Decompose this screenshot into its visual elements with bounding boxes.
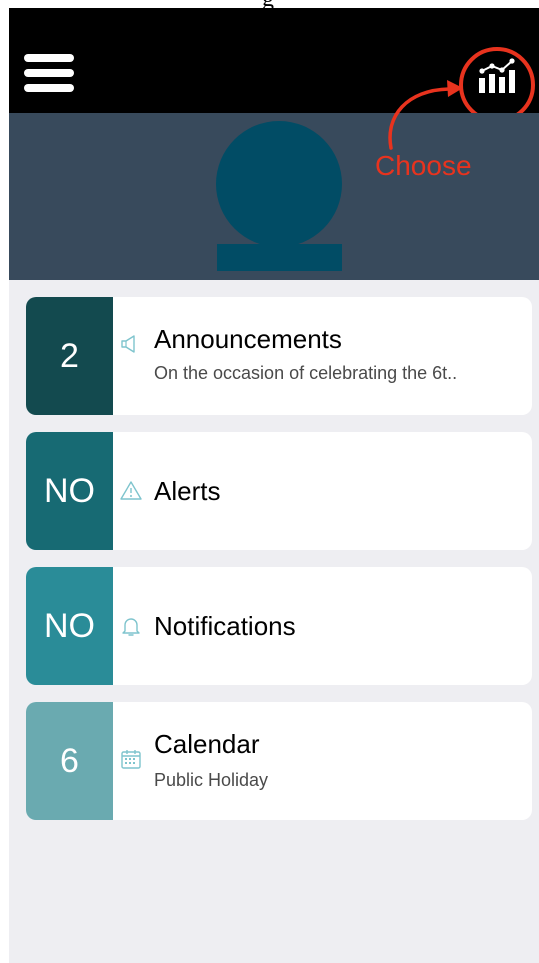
announcements-title: Announcements — [154, 324, 342, 354]
user-name-placeholder — [217, 244, 342, 271]
alerts-card[interactable]: NO Alerts — [26, 432, 532, 550]
calendar-subtitle: Public Holiday — [154, 770, 269, 790]
calendar-count-badge: 6 — [26, 702, 113, 820]
calendar-icon — [121, 750, 141, 769]
announcements-count-badge: 2 — [26, 297, 113, 415]
app-screen: Choose 2 Announcements On the occasion o… — [9, 8, 539, 963]
notifications-title: Notifications — [154, 611, 296, 641]
calendar-title: Calendar — [154, 729, 260, 759]
announcements-subtitle: On the occasion of celebrating the 6t.. — [154, 363, 458, 383]
megaphone-icon — [121, 335, 135, 353]
choose-annotation-label: Choose — [375, 150, 472, 181]
menu-button[interactable] — [24, 54, 74, 92]
calendar-card[interactable]: 6 Calendar Public Holiday — [26, 702, 532, 820]
notifications-card[interactable]: NO Notifications — [26, 567, 532, 685]
warning-icon — [120, 481, 142, 500]
cropped-caption-text: g — [0, 0, 539, 8]
avatar — [216, 121, 342, 247]
notifications-count-badge: NO — [26, 567, 113, 685]
alerts-count-badge: NO — [26, 432, 113, 550]
bell-icon — [122, 618, 140, 636]
alerts-title: Alerts — [154, 476, 221, 506]
announcements-card[interactable]: 2 Announcements On the occasion of celeb… — [26, 297, 532, 415]
